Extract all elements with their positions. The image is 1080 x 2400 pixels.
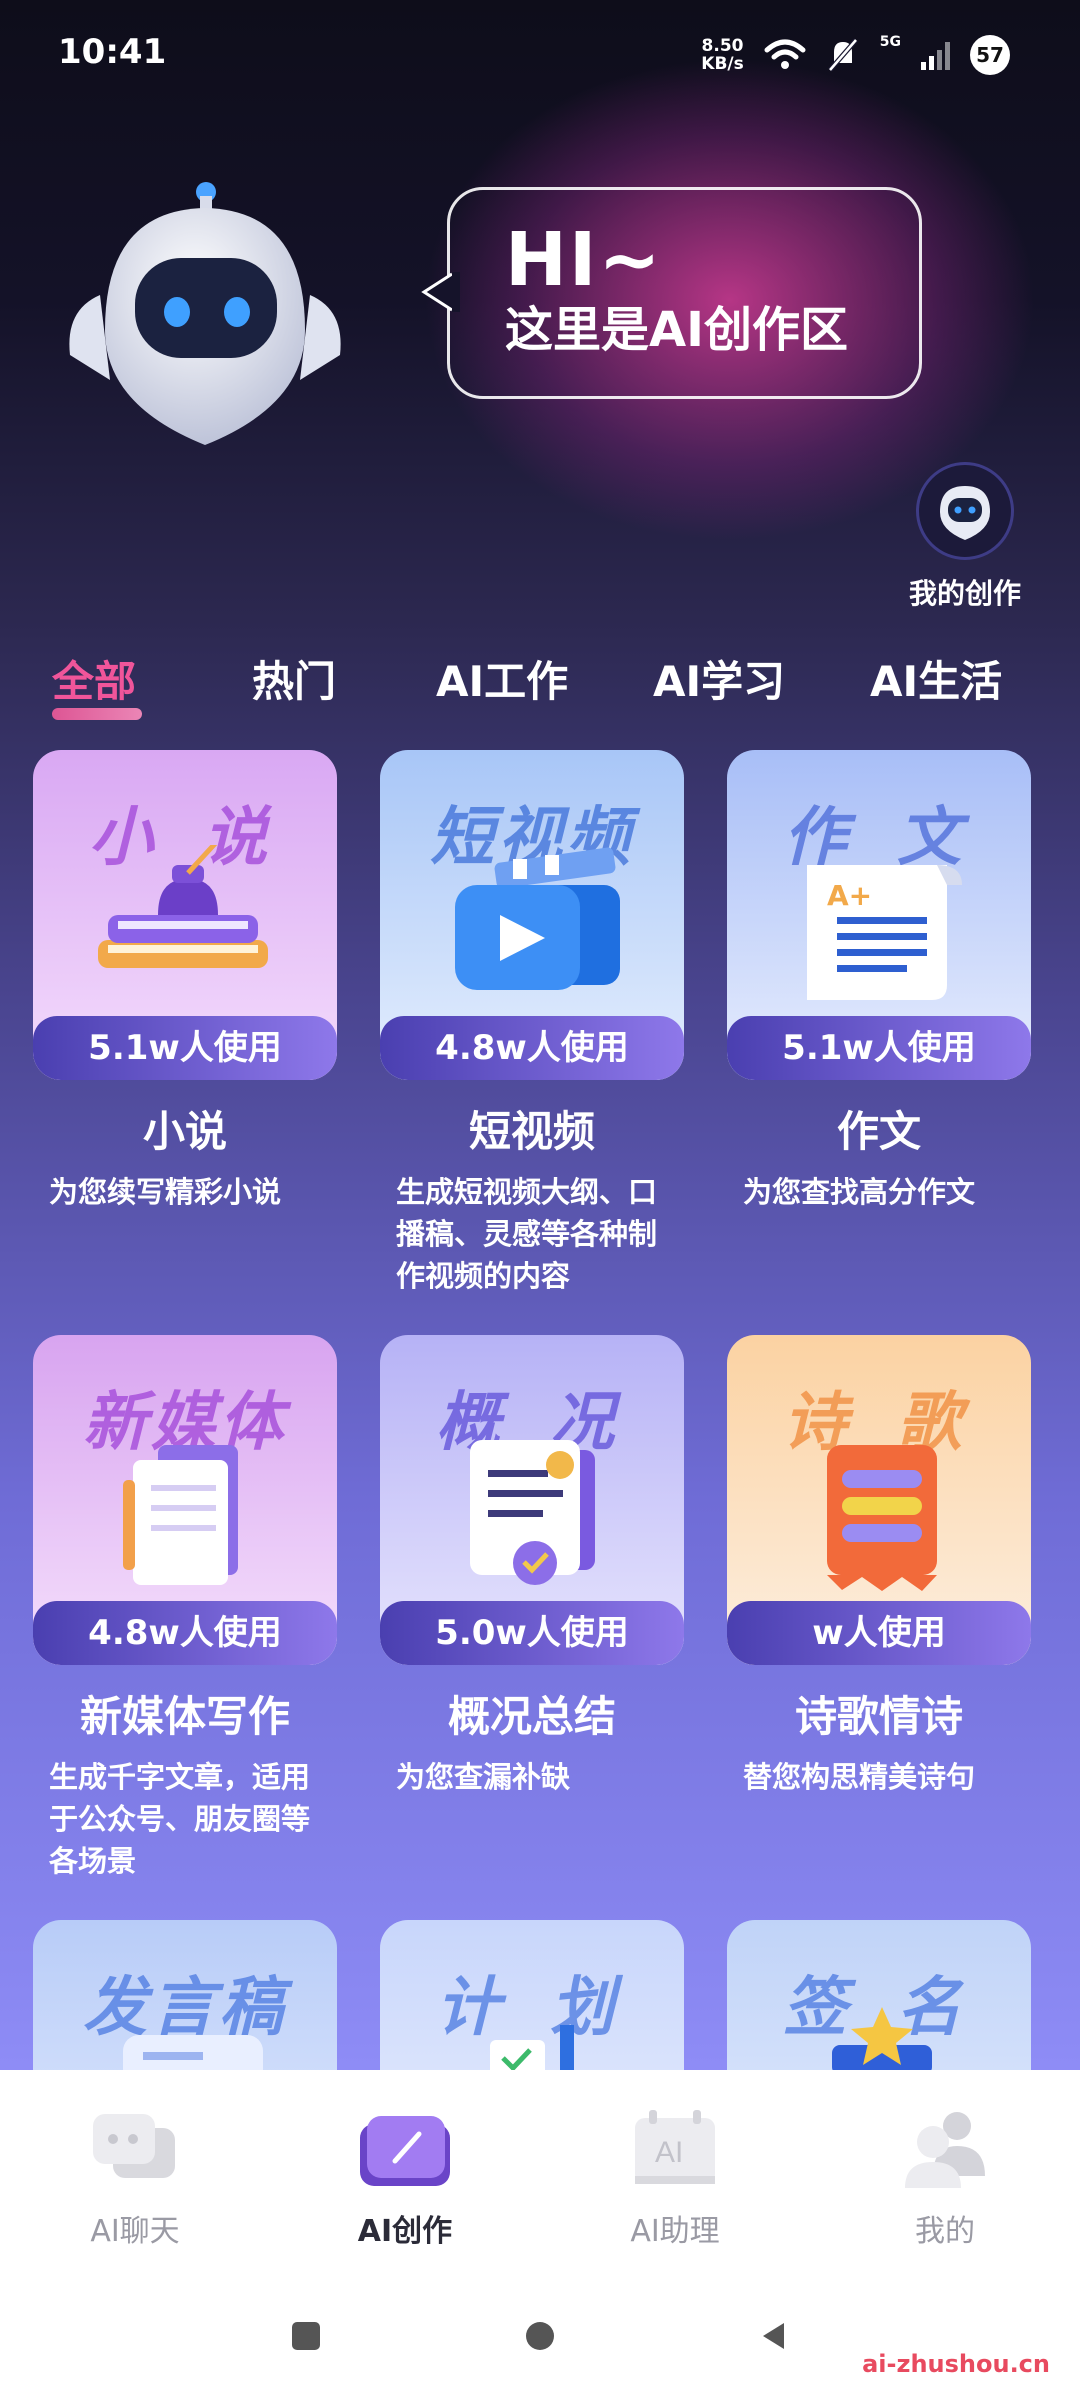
category-tabs: 全部 热门 AI工作 AI学习 AI生活 bbox=[0, 648, 1080, 738]
active-tab-indicator bbox=[52, 708, 142, 720]
video-play-icon bbox=[455, 847, 620, 990]
card-title: 短视频 bbox=[468, 1107, 595, 1156]
nav-label: 我的 bbox=[915, 2214, 975, 2249]
nav-label: AI创作 bbox=[357, 2214, 453, 2249]
card-description: 生成短视频大纲、口播稿、灵感等各种制作视频的内容 bbox=[396, 1175, 658, 1293]
bottom-navigation: AI聊天 AI创作 AI AI助理 我的 bbox=[0, 2070, 1080, 2270]
card-new-media[interactable]: 新媒体 4.8w人使用 新媒体写作 生成千字文章，适用于公众号、朋友圈等各场景 bbox=[33, 1335, 337, 1882]
nav-ai-chat[interactable]: AI聊天 bbox=[35, 2106, 235, 2250]
my-creation-label: 我的创作 bbox=[908, 577, 1021, 610]
card-description: 为您查找高分作文 bbox=[743, 1175, 976, 1209]
tab-all[interactable]: 全部 bbox=[52, 648, 136, 709]
card-description: 为您续写精彩小说 bbox=[49, 1175, 282, 1209]
card-image: 短视频 4.8w人使用 bbox=[380, 750, 684, 1080]
card-poetry[interactable]: 诗 歌 w人使用 诗歌情诗 替您构思精美诗句 bbox=[727, 1335, 1031, 1798]
usage-badge: 4.8w人使用 bbox=[380, 1016, 684, 1080]
card-essay[interactable]: 作 文 A+ 5.1w人使用 作文 为您查找高分作文 bbox=[727, 750, 1031, 1213]
card-description: 生成千字文章，适用于公众号、朋友圈等各场景 bbox=[49, 1760, 311, 1878]
card-title: 新媒体写作 bbox=[79, 1692, 290, 1741]
nav-ai-assistant[interactable]: AI AI助理 bbox=[575, 2106, 775, 2250]
document-pen-icon bbox=[123, 1445, 238, 1585]
usage-badge: 5.1w人使用 bbox=[33, 1016, 337, 1080]
card-title: 诗歌情诗 bbox=[794, 1692, 963, 1741]
greeting-subtitle: 这里是AI创作区 bbox=[505, 302, 849, 358]
my-creation-button[interactable]: 我的创作 bbox=[895, 462, 1035, 612]
ai-assistant-icon: AI bbox=[625, 2106, 725, 2196]
card-image: 概 况 5.0w人使用 bbox=[380, 1335, 684, 1665]
tab-ai-work[interactable]: AI工作 bbox=[436, 648, 568, 709]
watermark: ai-zhushou.cn bbox=[862, 2350, 1050, 2378]
recent-apps-icon[interactable] bbox=[290, 2320, 322, 2352]
card-title: 作文 bbox=[836, 1107, 921, 1156]
card-image: 诗 歌 w人使用 bbox=[727, 1335, 1031, 1665]
card-description: 替您构思精美诗句 bbox=[743, 1760, 976, 1794]
card-novel[interactable]: 小 说 5.1w人使用 小说 为您续写精彩小说 bbox=[33, 750, 337, 1213]
robot-mascot bbox=[69, 182, 341, 445]
usage-badge: w人使用 bbox=[727, 1601, 1031, 1665]
card-title: 小说 bbox=[142, 1107, 227, 1156]
nav-mine[interactable]: 我的 bbox=[845, 2106, 1045, 2250]
usage-badge: 5.0w人使用 bbox=[380, 1601, 684, 1665]
battery-indicator: 57 bbox=[970, 35, 1010, 75]
home-icon[interactable] bbox=[524, 2320, 556, 2352]
status-bar: 10:41 8.50 KB/s 5G 57 bbox=[0, 0, 1080, 110]
create-pen-icon bbox=[355, 2106, 455, 2196]
usage-badge: 5.1w人使用 bbox=[727, 1016, 1031, 1080]
essay-paper-icon: A+ bbox=[807, 865, 962, 1000]
network-type: 5G bbox=[879, 34, 901, 50]
card-summary[interactable]: 概 况 5.0w人使用 概况总结 为您查漏补缺 bbox=[380, 1335, 684, 1798]
usage-badge: 4.8w人使用 bbox=[33, 1601, 337, 1665]
card-title: 概况总结 bbox=[447, 1692, 616, 1741]
profile-icon bbox=[895, 2106, 995, 2196]
card-image: 新媒体 4.8w人使用 bbox=[33, 1335, 337, 1665]
tab-ai-life[interactable]: AI生活 bbox=[870, 648, 1002, 709]
greeting-bubble: HI~ 这里是AI创作区 bbox=[421, 187, 922, 399]
signal-icon bbox=[921, 40, 950, 70]
nav-label: AI聊天 bbox=[90, 2214, 180, 2249]
nav-label: AI助理 bbox=[630, 2214, 720, 2249]
card-image: 小 说 5.1w人使用 bbox=[33, 750, 337, 1080]
scroll-icon bbox=[827, 1445, 937, 1591]
card-short-video[interactable]: 短视频 4.8w人使用 短视频 生成短视频大纲、口播稿、灵感等各种制作视频的内容 bbox=[380, 750, 684, 1297]
mute-bell-icon bbox=[827, 38, 858, 72]
svg-text:A+: A+ bbox=[827, 879, 872, 912]
chat-icon bbox=[85, 2106, 185, 2196]
net-speed: 8.50 KB/s bbox=[701, 36, 744, 74]
wifi-icon bbox=[764, 39, 806, 69]
greeting-title: HI~ bbox=[505, 217, 663, 303]
star-badge-icon bbox=[832, 2007, 932, 2075]
robot-avatar-icon bbox=[916, 462, 1014, 560]
status-time: 10:41 bbox=[58, 32, 167, 72]
status-icons: 8.50 KB/s 5G 57 bbox=[701, 30, 1010, 80]
back-icon[interactable] bbox=[758, 2320, 790, 2352]
tab-hot[interactable]: 热门 bbox=[252, 648, 336, 709]
svg-text:AI: AI bbox=[655, 2136, 683, 2169]
tab-ai-study[interactable]: AI学习 bbox=[653, 648, 785, 709]
book-inkpot-icon bbox=[98, 845, 268, 968]
nav-ai-create[interactable]: AI创作 bbox=[305, 2106, 505, 2250]
card-description: 为您查漏补缺 bbox=[396, 1760, 571, 1794]
document-check-icon bbox=[470, 1440, 595, 1585]
card-image: 作 文 A+ 5.1w人使用 bbox=[727, 750, 1031, 1080]
bubble-tail bbox=[421, 272, 460, 312]
system-navigation-bar bbox=[0, 2270, 1080, 2400]
